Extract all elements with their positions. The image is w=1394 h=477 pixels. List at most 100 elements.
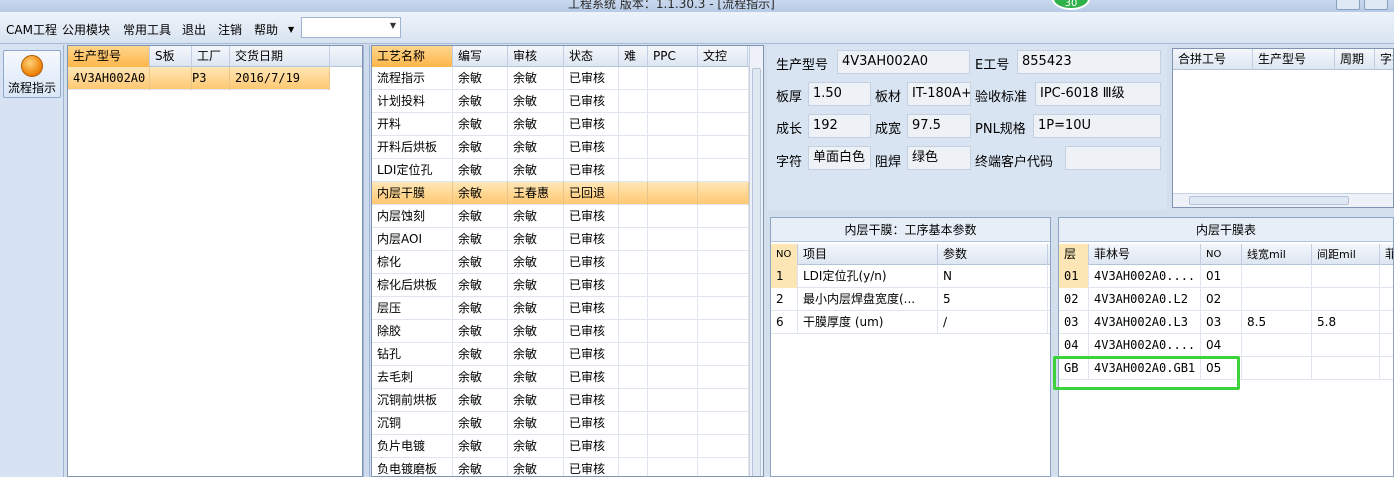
table-row[interactable]: 棕化后烘板 余敏 余敏 已审核: [372, 274, 749, 297]
menu-cam[interactable]: CAM工程: [6, 21, 57, 38]
table-cell: 内层干膜: [372, 182, 453, 205]
menu-exit[interactable]: 退出: [182, 21, 206, 38]
table-cell: 余敏: [508, 297, 564, 320]
standard-field[interactable]: IPC-6018 Ⅲ级: [1035, 82, 1161, 106]
table-row[interactable]: 1 LDI定位孔(y/n) N: [771, 265, 1050, 288]
table-cell: 已审核: [564, 90, 619, 113]
table-row[interactable]: 负电镀磨板 余敏 余敏 已审核: [372, 458, 749, 476]
width-field[interactable]: 97.5: [907, 114, 971, 138]
toolbar-dropdown[interactable]: ▼: [301, 17, 401, 38]
table-row[interactable]: 开料 余敏 余敏 已审核: [372, 113, 749, 136]
table-cell: [648, 113, 698, 136]
col-reviewer[interactable]: 审核: [508, 46, 564, 67]
model-field[interactable]: 4V3AH002A0: [837, 50, 970, 74]
col-model[interactable]: 生产型号: [68, 46, 150, 67]
table-row[interactable]: 内层蚀刻 余敏 余敏 已审核: [372, 205, 749, 228]
menu-tools[interactable]: 常用工具: [123, 21, 171, 38]
col-layer[interactable]: 层: [1059, 244, 1089, 265]
minimize-button[interactable]: [1336, 0, 1360, 10]
table-cell: [648, 320, 698, 343]
mask-field[interactable]: 绿色: [907, 146, 971, 170]
splitter[interactable]: [363, 45, 370, 477]
table-cell: 已审核: [564, 136, 619, 159]
table-cell: 去毛刺: [372, 366, 453, 389]
col-date[interactable]: 交货日期: [230, 46, 330, 67]
col-merge-cycle[interactable]: 周期: [1335, 49, 1375, 70]
process-scrollbar[interactable]: [749, 46, 763, 476]
menu-help[interactable]: 帮助: [254, 21, 278, 38]
col-status[interactable]: 状态: [564, 46, 619, 67]
table-row[interactable]: 03 4V3AH002A0.L3 03 8.5 5.8: [1059, 311, 1393, 334]
col-params-value[interactable]: 参数: [938, 244, 1048, 265]
table-row[interactable]: 2 最小内层焊盘宽度(... 5: [771, 288, 1050, 311]
left-nav: 流程指示: [0, 45, 64, 477]
table-row[interactable]: 去毛刺 余敏 余敏 已审核: [372, 366, 749, 389]
table-cell: 余敏: [508, 343, 564, 366]
chevron-down-icon: ▼: [389, 21, 396, 30]
table-cell: [648, 412, 698, 435]
col-spacing[interactable]: 间距mil: [1312, 244, 1380, 265]
col-line-width[interactable]: 线宽mil: [1242, 244, 1312, 265]
table-row[interactable]: 内层AOI 余敏 余敏 已审核: [372, 228, 749, 251]
col-merge-no[interactable]: 合拼工号: [1173, 49, 1253, 70]
table-row[interactable]: 6 干膜厚度 (um) /: [771, 311, 1050, 334]
scroll-thumb[interactable]: [1189, 196, 1349, 205]
eno-label: E工号: [975, 58, 1010, 73]
table-row[interactable]: 02 4V3AH002A0.L2 02: [1059, 288, 1393, 311]
table-row[interactable]: 层压 余敏 余敏 已审核: [372, 297, 749, 320]
table-row[interactable]: 沉铜前烘板 余敏 余敏 已审核: [372, 389, 749, 412]
table-cell: [619, 412, 648, 435]
process-grid: 工艺名称 编写 审核 状态 难 PPC 文控 流程指示 余敏 余敏 已审核 计划投料 余敏…: [371, 45, 764, 477]
table-row[interactable]: 流程指示 余敏 余敏 已审核: [372, 67, 749, 90]
table-row[interactable]: 01 4V3AH002A0.... 01: [1059, 265, 1393, 288]
col-params-no[interactable]: NO: [771, 244, 798, 265]
table-cell: [1312, 265, 1380, 288]
col-film-extra[interactable]: 菲: [1380, 244, 1393, 265]
table-row[interactable]: 4V3AH002A0 P3 2016/7/19: [68, 67, 330, 90]
table-cell: [619, 366, 648, 389]
col-doc-control[interactable]: 文控: [698, 46, 748, 67]
menu-common-module[interactable]: 公用模块: [62, 21, 110, 38]
table-row[interactable]: 沉铜 余敏 余敏 已审核: [372, 412, 749, 435]
menu-logout[interactable]: 注销: [218, 21, 242, 38]
table-row[interactable]: LDI定位孔 余敏 余敏 已审核: [372, 159, 749, 182]
table-row[interactable]: 内层干膜 余敏 王春惠 已回退: [372, 182, 749, 205]
customer-field[interactable]: [1065, 146, 1161, 170]
col-author[interactable]: 编写: [453, 46, 508, 67]
table-row[interactable]: 除胶 余敏 余敏 已审核: [372, 320, 749, 343]
col-film-seq[interactable]: NO: [1201, 244, 1242, 265]
thickness-field[interactable]: 1.50: [808, 82, 871, 106]
table-row[interactable]: 04 4V3AH002A0.... 04: [1059, 334, 1393, 357]
table-row[interactable]: 开料后烘板 余敏 余敏 已审核: [372, 136, 749, 159]
col-ppc[interactable]: PPC: [648, 46, 698, 67]
table-cell: 5.8: [1312, 311, 1380, 334]
col-params-item[interactable]: 项目: [798, 244, 938, 265]
col-merge-char[interactable]: 字符: [1375, 49, 1393, 70]
length-field[interactable]: 192: [808, 114, 871, 138]
table-cell: 余敏: [453, 435, 508, 458]
table-cell: [698, 297, 749, 320]
table-row[interactable]: 计划投料 余敏 余敏 已审核: [372, 90, 749, 113]
eno-field[interactable]: 855423: [1017, 50, 1161, 74]
col-merge-model[interactable]: 生产型号: [1253, 49, 1335, 70]
col-difficulty[interactable]: 难: [619, 46, 648, 67]
merge-hscrollbar[interactable]: [1173, 193, 1393, 207]
table-cell: 余敏: [508, 159, 564, 182]
table-cell: [619, 228, 648, 251]
table-cell: [648, 343, 698, 366]
menu-overflow-icon[interactable]: ▼: [288, 25, 294, 34]
col-process-name[interactable]: 工艺名称: [372, 46, 453, 67]
col-factory[interactable]: 工厂: [192, 46, 230, 67]
table-row[interactable]: 钻孔 余敏 余敏 已审核: [372, 343, 749, 366]
pnl-field[interactable]: 1P=10U: [1033, 114, 1161, 138]
col-film-no[interactable]: 菲林号: [1089, 244, 1201, 265]
notification-badge[interactable]: 30: [1052, 0, 1090, 10]
char-field[interactable]: 单面白色: [808, 146, 871, 170]
material-field[interactable]: IT-180A+: [907, 82, 971, 106]
col-s[interactable]: S板: [150, 46, 192, 67]
scroll-thumb[interactable]: [752, 68, 761, 476]
flow-indicator-button[interactable]: 流程指示: [3, 50, 61, 98]
maximize-button[interactable]: [1364, 0, 1388, 10]
table-row[interactable]: 负片电镀 余敏 余敏 已审核: [372, 435, 749, 458]
table-row[interactable]: 棕化 余敏 余敏 已审核: [372, 251, 749, 274]
